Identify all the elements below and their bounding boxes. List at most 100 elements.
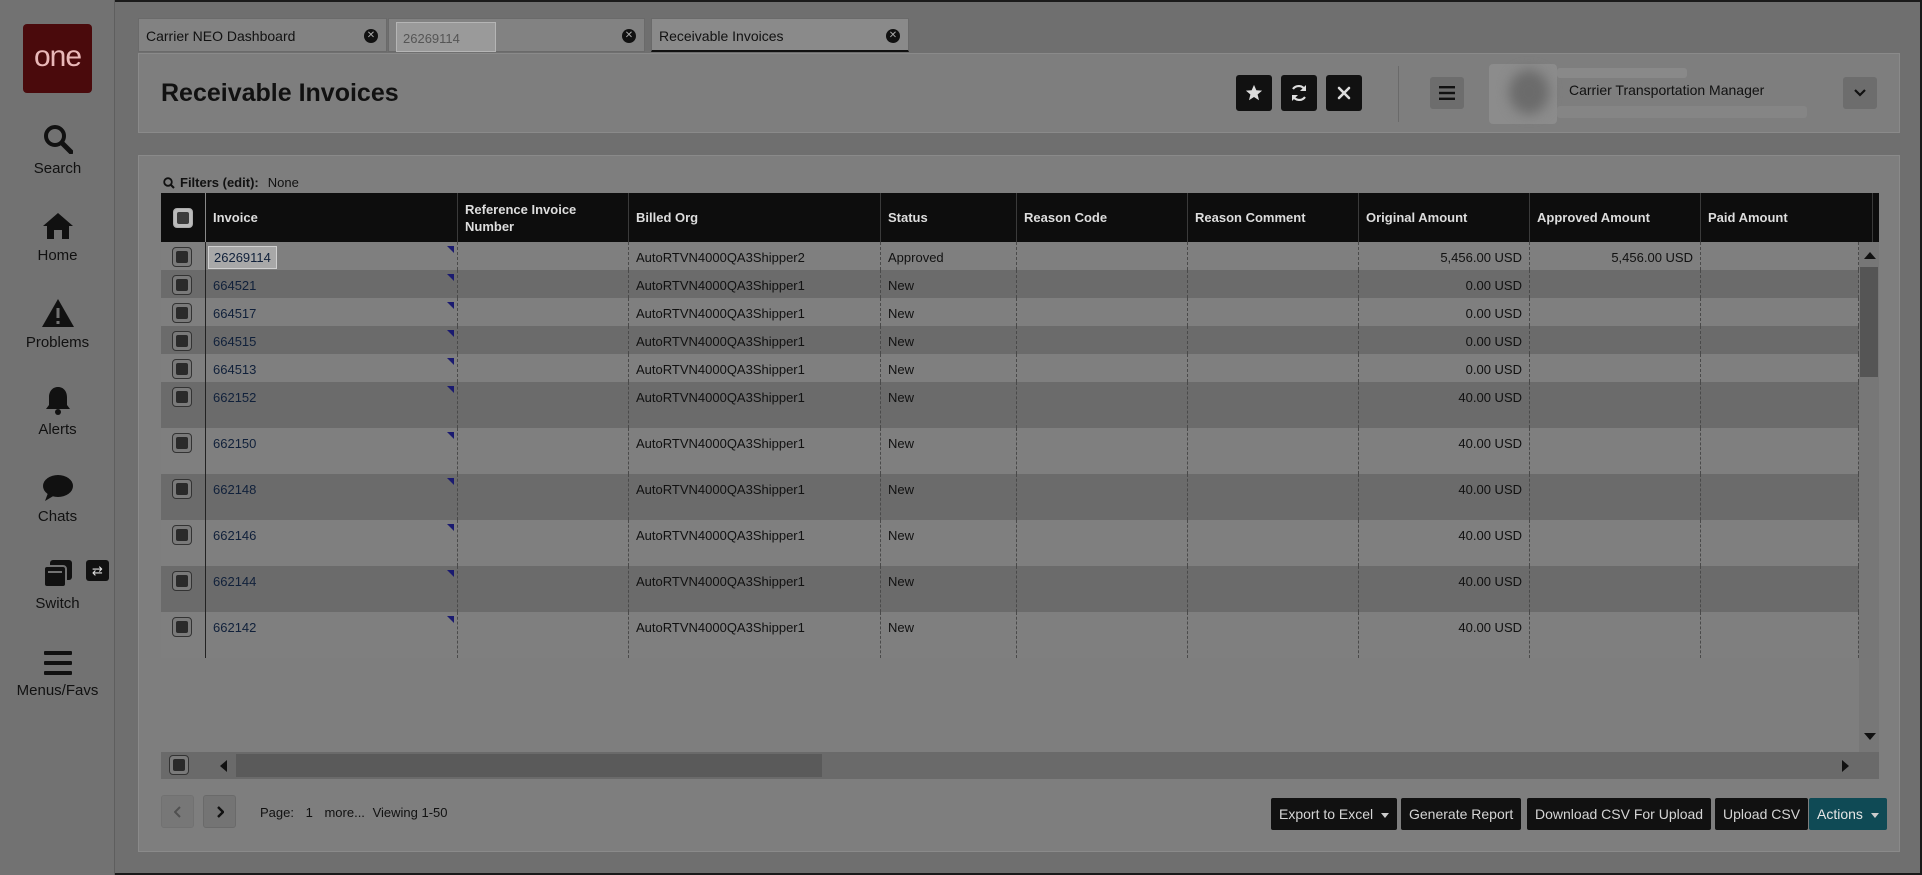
- app-logo[interactable]: one: [23, 24, 92, 93]
- column-header-original-amount[interactable]: Original Amount: [1359, 193, 1530, 242]
- table-row[interactable]: 662152 AutoRTVN4000QA3Shipper1 New 40.00 US…: [161, 382, 1859, 428]
- column-header-billed-org[interactable]: Billed Org: [629, 193, 881, 242]
- column-header-reason-comment[interactable]: Reason Comment: [1188, 193, 1359, 242]
- row-checkbox[interactable]: [172, 387, 192, 407]
- switch-badge-icon[interactable]: ⇄: [86, 560, 109, 581]
- favorite-button[interactable]: [1236, 75, 1272, 111]
- scrollbar-thumb[interactable]: [236, 754, 822, 777]
- row-checkbox[interactable]: [172, 331, 192, 351]
- page-number[interactable]: 1: [306, 805, 313, 820]
- row-checkbox[interactable]: [172, 571, 192, 591]
- row-menu-indicator-icon[interactable]: [447, 358, 454, 365]
- row-checkbox[interactable]: [172, 479, 192, 499]
- row-menu-indicator-icon[interactable]: [447, 274, 454, 281]
- footer-checkbox[interactable]: [169, 755, 189, 775]
- user-menu-toggle[interactable]: [1843, 77, 1877, 109]
- hamburger-menu-button[interactable]: [1430, 77, 1464, 109]
- nav-problems[interactable]: Problems: [0, 296, 115, 351]
- close-page-button[interactable]: [1326, 75, 1362, 111]
- table-row[interactable]: 662150 AutoRTVN4000QA3Shipper1 New 40.00 US…: [161, 428, 1859, 474]
- close-icon: [1337, 86, 1351, 100]
- column-header-reference-invoice-number[interactable]: Reference Invoice Number: [458, 193, 629, 242]
- column-header-reason-code[interactable]: Reason Code: [1017, 193, 1188, 242]
- row-menu-indicator-icon[interactable]: [447, 524, 454, 531]
- tab-label-editable[interactable]: 26269114: [396, 22, 496, 52]
- table-row[interactable]: 662142 AutoRTVN4000QA3Shipper1 New 40.00 US…: [161, 612, 1859, 658]
- tab-26269114[interactable]: 26269114 ✕: [388, 18, 645, 52]
- upload-csv-button[interactable]: Upload CSV: [1715, 798, 1809, 830]
- invoice-link[interactable]: 664513: [213, 362, 256, 377]
- table-row[interactable]: 664517 AutoRTVN4000QA3Shipper1 New 0.00 USD: [161, 298, 1859, 326]
- invoice-link[interactable]: 662148: [213, 482, 256, 497]
- row-menu-indicator-icon[interactable]: [447, 246, 454, 253]
- column-header-invoice[interactable]: Invoice: [206, 193, 458, 242]
- column-header-status[interactable]: Status: [881, 193, 1017, 242]
- invoice-link[interactable]: 664521: [213, 278, 256, 293]
- row-select-cell: [161, 354, 206, 382]
- row-menu-indicator-icon[interactable]: [447, 478, 454, 485]
- status-cell: New: [881, 566, 1017, 612]
- row-menu-indicator-icon[interactable]: [447, 432, 454, 439]
- row-menu-indicator-icon[interactable]: [447, 386, 454, 393]
- more-pages-link[interactable]: more...: [324, 805, 364, 820]
- row-menu-indicator-icon[interactable]: [447, 330, 454, 337]
- nav-search-label: Search: [33, 160, 82, 177]
- table-row[interactable]: 662148 AutoRTVN4000QA3Shipper1 New 40.00 US…: [161, 474, 1859, 520]
- row-checkbox[interactable]: [172, 275, 192, 295]
- filters-edit-link[interactable]: Filters (edit):: [180, 175, 259, 190]
- close-icon[interactable]: ✕: [886, 29, 900, 43]
- tab-receivable-invoices[interactable]: Receivable Invoices ✕: [651, 18, 909, 52]
- table-row[interactable]: 664515 AutoRTVN4000QA3Shipper1 New 0.00 USD: [161, 326, 1859, 354]
- close-icon[interactable]: ✕: [622, 29, 636, 43]
- row-menu-indicator-icon[interactable]: [447, 302, 454, 309]
- scroll-down-icon[interactable]: [1864, 733, 1876, 740]
- download-csv-button[interactable]: Download CSV For Upload: [1527, 798, 1712, 830]
- table-row[interactable]: 664513 AutoRTVN4000QA3Shipper1 New 0.00 USD: [161, 354, 1859, 382]
- table-row[interactable]: 662144 AutoRTVN4000QA3Shipper1 New 40.00 US…: [161, 566, 1859, 612]
- invoice-link[interactable]: 26269114: [208, 246, 277, 269]
- actions-button[interactable]: Actions: [1809, 798, 1887, 830]
- column-header-paid-amount[interactable]: Paid Amount: [1701, 193, 1873, 242]
- select-all-checkbox[interactable]: [173, 207, 193, 228]
- nav-home[interactable]: Home: [0, 209, 115, 264]
- row-checkbox[interactable]: [172, 303, 192, 323]
- scroll-left-icon[interactable]: [220, 760, 227, 772]
- nav-alerts[interactable]: Alerts: [0, 383, 115, 438]
- table-row[interactable]: 26269114 AutoRTVN4000QA3Shipper2 Approved 5…: [161, 242, 1859, 270]
- scrollbar-thumb[interactable]: [1860, 267, 1878, 377]
- row-menu-indicator-icon[interactable]: [447, 570, 454, 577]
- row-checkbox[interactable]: [172, 247, 192, 267]
- invoice-link[interactable]: 664517: [213, 306, 256, 321]
- invoice-link[interactable]: 662146: [213, 528, 256, 543]
- original-amount-cell-text: 0.00 USD: [1465, 306, 1522, 321]
- table-row[interactable]: 662146 AutoRTVN4000QA3Shipper1 New 40.00 US…: [161, 520, 1859, 566]
- generate-report-button[interactable]: Generate Report: [1401, 798, 1522, 830]
- vertical-scrollbar[interactable]: [1859, 242, 1879, 752]
- row-checkbox[interactable]: [172, 525, 192, 545]
- refresh-button[interactable]: [1281, 75, 1317, 111]
- scroll-up-icon[interactable]: [1864, 252, 1876, 259]
- invoice-link[interactable]: 662150: [213, 436, 256, 451]
- column-header-approved-amount[interactable]: Approved Amount: [1530, 193, 1701, 242]
- row-checkbox[interactable]: [172, 433, 192, 453]
- previous-page-button[interactable]: [161, 795, 194, 828]
- close-icon[interactable]: ✕: [364, 29, 378, 43]
- invoice-link[interactable]: 662152: [213, 390, 256, 405]
- scroll-right-icon[interactable]: [1842, 760, 1849, 772]
- tab-carrier-neo-dashboard[interactable]: Carrier NEO Dashboard ✕: [138, 18, 387, 52]
- export-to-excel-button[interactable]: Export to Excel: [1271, 798, 1398, 830]
- nav-search[interactable]: Search: [0, 122, 115, 177]
- row-checkbox[interactable]: [172, 617, 192, 637]
- table-row[interactable]: 664521 AutoRTVN4000QA3Shipper1 New 0.00 USD: [161, 270, 1859, 298]
- horizontal-scrollbar[interactable]: [206, 752, 1879, 779]
- row-menu-indicator-icon[interactable]: [447, 616, 454, 623]
- nav-menus-favs[interactable]: Menus/Favs: [0, 644, 115, 699]
- reason-comment-cell: [1188, 382, 1359, 428]
- invoice-link[interactable]: 662142: [213, 620, 256, 635]
- billed-org-cell-text: AutoRTVN4000QA3Shipper2: [636, 250, 805, 265]
- row-checkbox[interactable]: [172, 359, 192, 379]
- next-page-button[interactable]: [203, 795, 236, 828]
- invoice-link[interactable]: 662144: [213, 574, 256, 589]
- nav-chats[interactable]: Chats: [0, 470, 115, 525]
- invoice-link[interactable]: 664515: [213, 334, 256, 349]
